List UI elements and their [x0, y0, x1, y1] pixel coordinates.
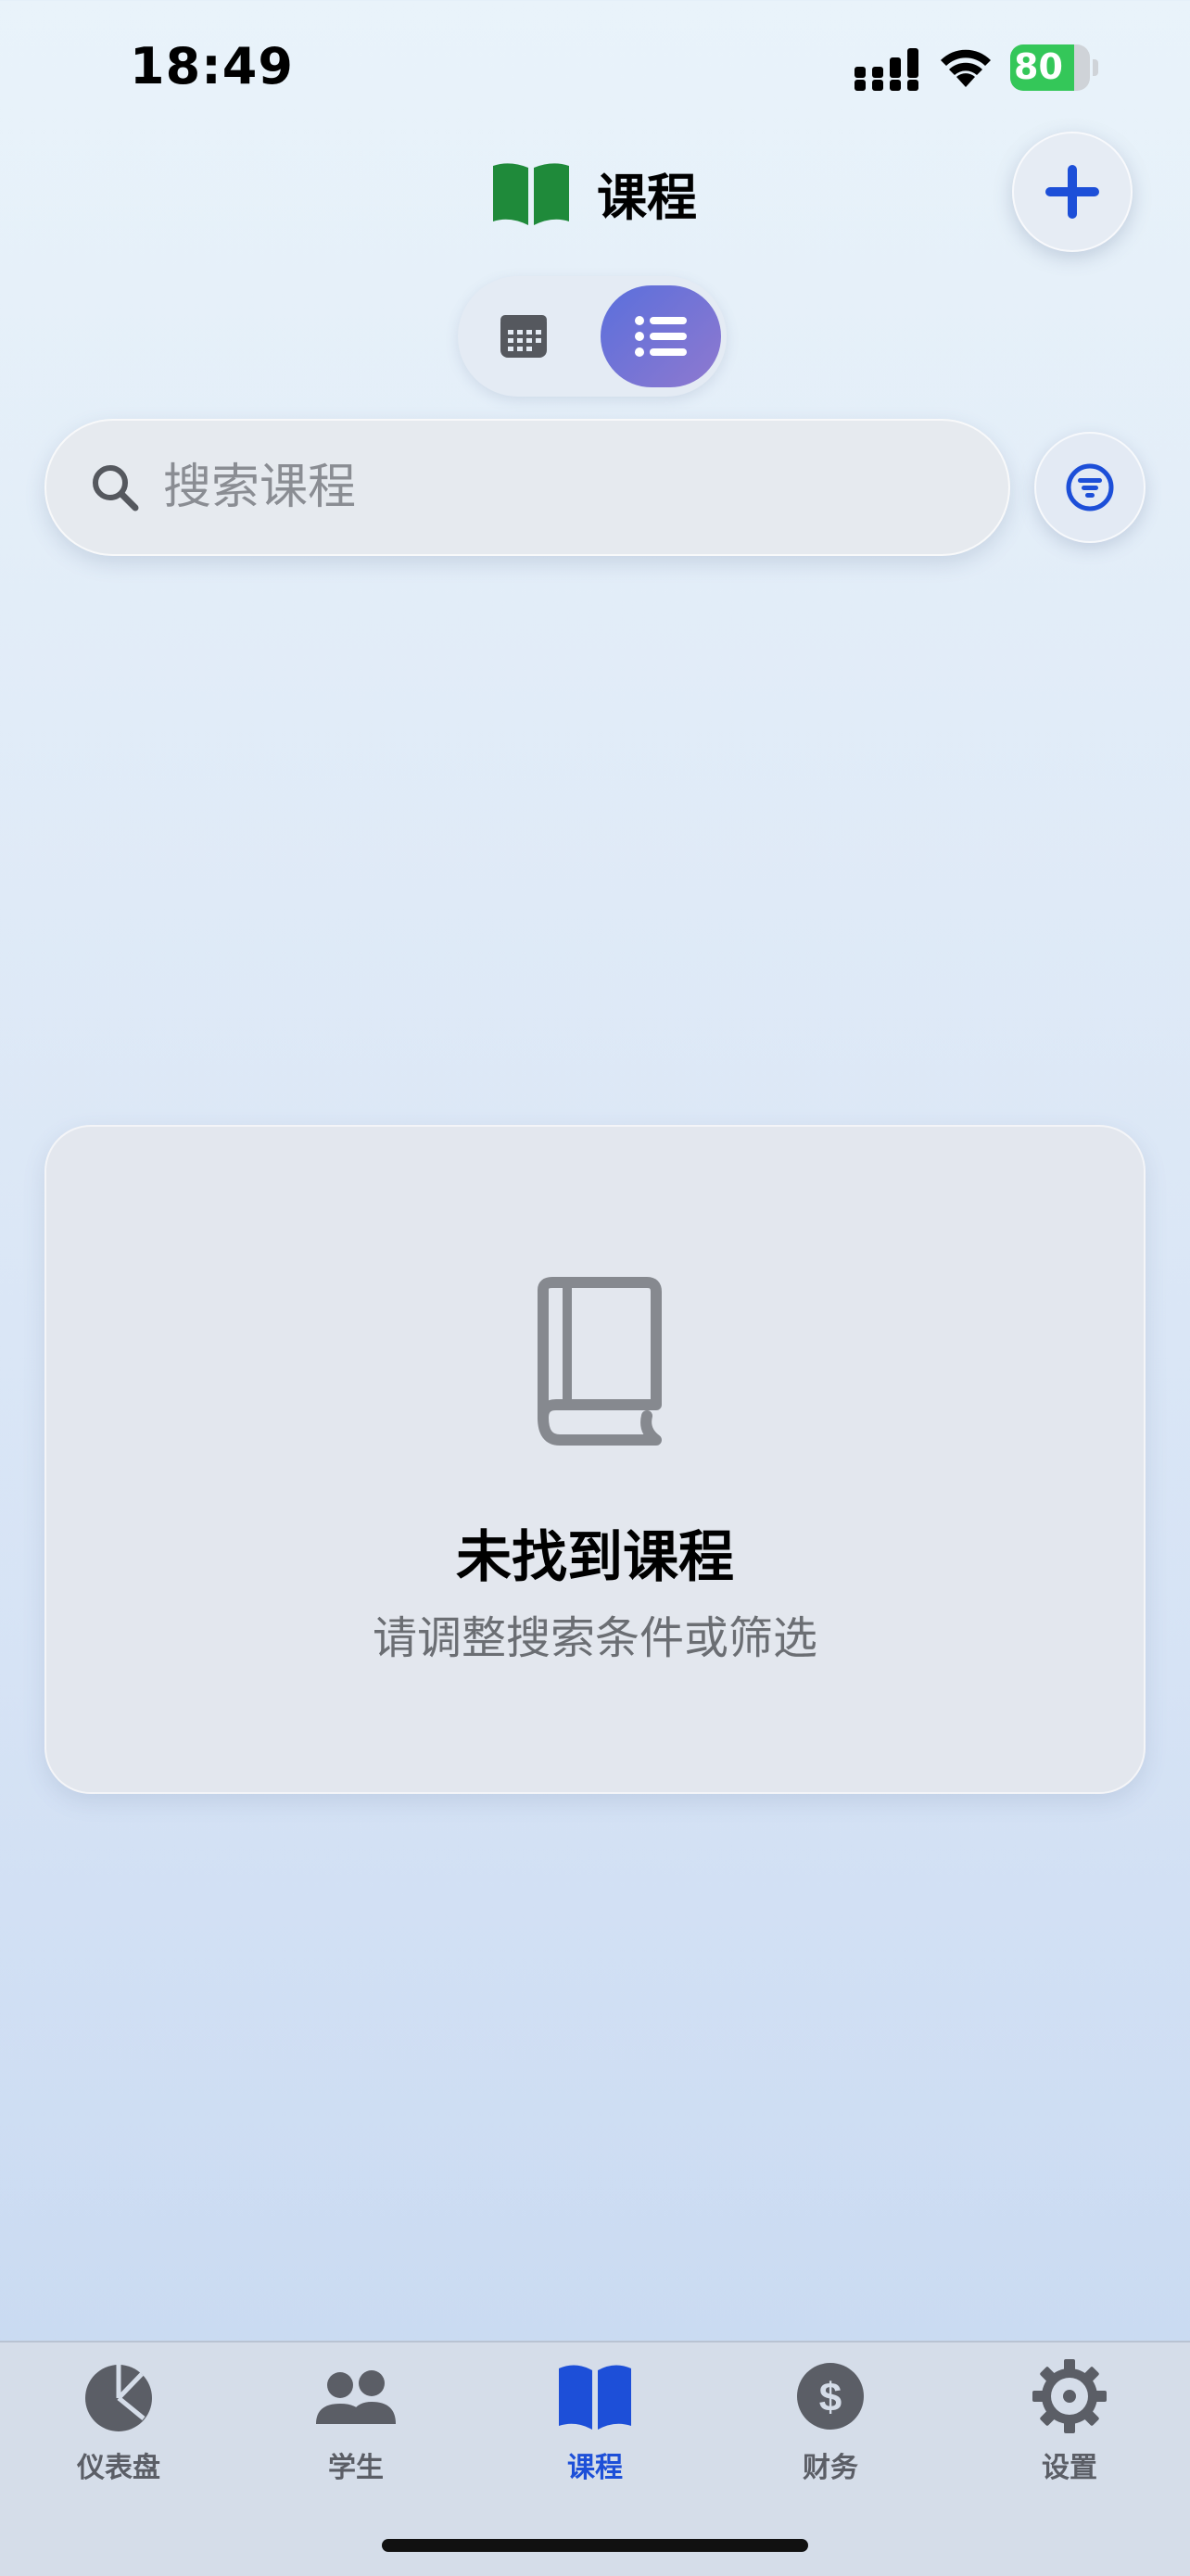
home-indicator[interactable]	[382, 2539, 808, 2552]
filter-button[interactable]	[1034, 432, 1146, 543]
view-toggle	[458, 276, 727, 397]
filter-icon	[1066, 463, 1114, 511]
calendar-icon	[500, 315, 547, 358]
list-view-button[interactable]	[601, 285, 721, 387]
empty-state-subtitle: 请调整搜索条件或筛选	[372, 1612, 817, 1664]
plus-icon	[1045, 165, 1099, 219]
tab-dashboard[interactable]: 仪表盘	[26, 2359, 211, 2489]
people-icon	[316, 2370, 396, 2424]
add-course-button[interactable]	[1012, 132, 1133, 252]
tab-label: 财务	[803, 2452, 858, 2484]
page-title: 课程	[597, 168, 697, 227]
dollar-icon: $	[797, 2363, 864, 2430]
tab-students[interactable]: 学生	[263, 2359, 449, 2489]
book-icon	[493, 163, 569, 225]
gear-icon	[1032, 2359, 1107, 2433]
tab-finance[interactable]: $ 财务	[738, 2359, 923, 2489]
tab-label: 课程	[567, 2452, 623, 2484]
search-input[interactable]	[161, 459, 925, 516]
search-icon	[93, 465, 139, 511]
book-closed-icon	[538, 1277, 662, 1446]
tab-label: 学生	[328, 2452, 384, 2484]
search-bar	[44, 419, 1010, 556]
page-header: 课程	[491, 156, 697, 230]
tab-settings[interactable]: 设置	[977, 2359, 1162, 2489]
tab-label: 仪表盘	[77, 2452, 160, 2484]
empty-state-title: 未找到课程	[456, 1525, 734, 1590]
battery-icon: 80	[1010, 44, 1099, 91]
pie-chart-icon	[85, 2365, 152, 2431]
tab-label: 设置	[1042, 2452, 1097, 2484]
status-time: 18:49	[130, 37, 294, 95]
list-icon	[635, 316, 687, 357]
cellular-signal-icon	[855, 48, 918, 91]
tab-courses[interactable]: 课程	[502, 2359, 688, 2489]
calendar-view-button[interactable]	[482, 298, 565, 374]
wifi-icon	[941, 49, 991, 87]
book-icon	[559, 2365, 631, 2430]
battery-level: 80	[1014, 46, 1063, 87]
svg-text:$: $	[819, 2375, 842, 2420]
empty-state-card: 未找到课程 请调整搜索条件或筛选	[44, 1125, 1146, 1794]
